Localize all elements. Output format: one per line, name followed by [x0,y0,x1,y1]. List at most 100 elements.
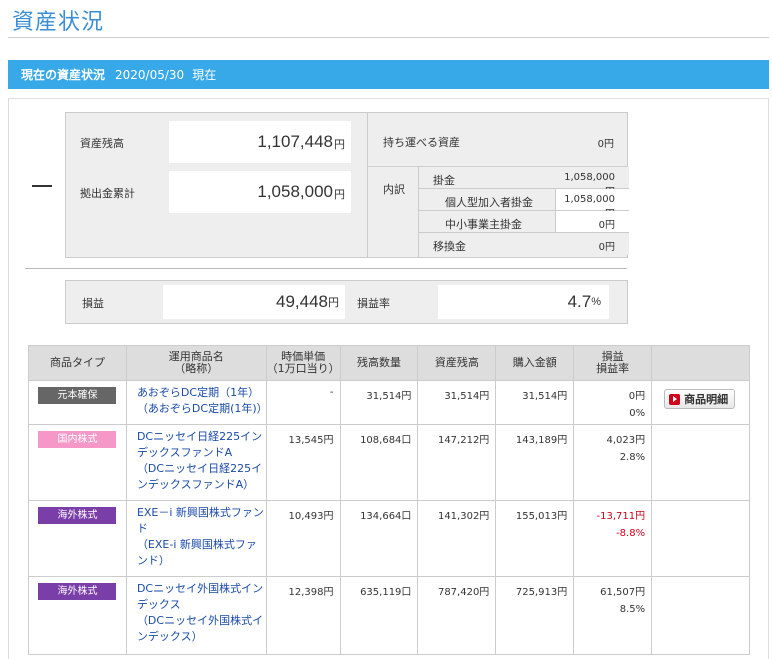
product-type-cell: 元本確保 [28,380,127,425]
status-banner: 現在の資産状況 2020/05/30 現在 [8,60,769,89]
profit-loss-rate: 2.8% [619,452,646,463]
breakdown-row: 掛金 1,058,000円 [419,167,629,198]
profit-number: 49,448 [276,292,328,311]
breakdown-row-value: 0円 [555,233,629,254]
asset-balance-value: 1,107,448 円 [169,121,351,163]
profit-loss-cell: 61,507円 8.5% [573,576,653,655]
balance-cell: 147,212円 [417,424,497,501]
contribution-label: 拠出金累計 [80,187,135,200]
profit-loss-amount: 0円 [628,391,646,402]
fund-name-link[interactable]: あおぞらDC定期（1年） （あおぞらDC定期(1年)） [125,380,268,425]
portable-assets-label: 持ち運べる資産 [383,136,460,149]
table-header-row: 商品タイプ 運用商品名 （略称） 時価単価 （1万口当り） 残高数量 資産残高 … [28,345,750,381]
table-row: 海外株式 DCニッセイ外国株式インデックス （DCニッセイ外国株式インデックス） 1… [28,576,750,655]
holdings-table: 商品タイプ 運用商品名 （略称） 時価単価 （1万口当り） 残高数量 資産残高 … [28,345,750,655]
breakdown-row-value: 0円 [555,211,629,232]
action-cell [651,576,750,655]
quantity-cell: 108,684口 [339,424,419,501]
action-cell: 商品明細 [651,380,750,425]
breakdown-row: 移換金 0円 [419,233,629,255]
banner-suffix: 現在 [192,68,217,82]
table-row: 元本確保 あおぞらDC定期（1年） （あおぞらDC定期(1年)） -31,514円 3… [28,380,750,425]
profit-loss-amount: -13,711円 [596,511,646,522]
holdings-body: 元本確保 あおぞらDC定期（1年） （あおぞらDC定期(1年)） -31,514円 3… [28,380,750,655]
contribution-number: 1,058,000 [257,182,333,201]
banner-date: 2020/05/30 [115,67,185,82]
asset-summary: 資産残高 1,107,448 円 拠出金累計 1,058,000 円 持ち運べる資産… [65,112,629,258]
profit-label: 損益 [82,297,104,310]
breakdown-row-label: 中小事業主掛金 [445,218,522,231]
breakdown-row-value: 1,058,000円 [555,189,629,220]
profit-rate-unit: % [591,296,601,308]
action-cell [651,500,750,577]
fund-name-link[interactable]: DCニッセイ外国株式インデックス （DCニッセイ外国株式インデックス） [125,576,267,655]
product-type-badge: 国内株式 [38,431,117,448]
collapse-toggle-icon[interactable] [32,185,52,187]
purchase-amount-cell: 725,913円 [495,576,575,655]
product-detail-label: 商品明細 [684,393,729,406]
quantity-cell: 635,119口 [339,576,419,655]
profit-unit: 円 [328,297,339,309]
profit-loss-rate: -8.8% [616,528,646,539]
fund-name-link[interactable]: DCニッセイ日経225インデックスファンドA （DCニッセイ日経225インデック… [125,424,267,501]
title-divider [8,37,769,38]
fund-name-link[interactable]: EXE－i 新興国株式ファンド （EXE-i 新興国株式ファンド） [125,500,267,577]
unit-price-cell: 10,493円 [265,500,341,577]
balance-cell: 787,420円 [417,576,497,655]
profit-rate-number: 4.7 [567,292,592,311]
breakdown-row: 個人型加入者掛金 1,058,000円 [419,189,629,220]
product-type-cell: 国内株式 [28,424,127,501]
breakdown-row: 中小事業主掛金 0円 [419,211,629,233]
action-cell [651,424,750,501]
product-type-cell: 海外株式 [28,576,127,655]
quantity-cell: 31,514円 [339,380,419,425]
profit-loss-summary: 損益 49,448 円 損益率 4.7% [65,280,628,324]
product-type-cell: 海外株式 [28,500,127,577]
banner-title: 現在の資産状況 [21,68,106,82]
breakdown-row-label: 掛金 [433,174,455,187]
product-detail-button[interactable]: 商品明細 [664,389,736,409]
profit-loss-rate: 8.5% [619,604,646,615]
profit-loss-amount: 4,023円 [606,435,646,446]
purchase-amount-cell: 31,514円 [495,380,575,425]
unit-price-cell: 12,398円 [265,576,341,655]
portable-assets: 持ち運べる資産 0円 [368,113,628,167]
breakdown-row-value: 1,058,000円 [555,167,629,198]
balance-cell: 141,302円 [417,500,497,577]
column-header: 資産残高 [417,345,497,381]
product-type-badge: 海外株式 [38,583,117,600]
column-header: 商品タイプ [28,345,127,381]
play-icon [669,393,681,405]
profit-loss-rate: 0% [629,408,646,419]
table-row: 国内株式 DCニッセイ日経225インデックスファンドA （DCニッセイ日経225イ… [28,424,750,501]
product-type-badge: 海外株式 [38,507,117,524]
purchase-amount-cell: 155,013円 [495,500,575,577]
column-header: 損益 損益率 [573,345,653,381]
profit-value: 49,448 円 [163,285,345,319]
breakdown-row-label: 個人型加入者掛金 [445,196,533,209]
unit-price-cell: 13,545円 [265,424,341,501]
page-title: 資産状況 [12,10,105,35]
breakdown-row-label: 移換金 [433,240,466,253]
column-header: 時価単価 （1万口当り） [265,345,341,381]
column-header [651,345,750,381]
quantity-cell: 134,664口 [339,500,419,577]
table-row: 海外株式 EXE－i 新興国株式ファンド （EXE-i 新興国株式ファンド） 10,… [28,500,750,577]
profit-rate-value: 4.7% [438,285,609,319]
unit-price-cell: - [265,380,341,425]
breakdown-label: 内訳 [383,183,405,196]
summary-breakdown: 持ち運べる資産 0円 内訳 掛金 1,058,000円 個人型加入者掛金 1,0… [367,113,629,257]
contribution-unit: 円 [334,188,345,201]
breakdown-table: 掛金 1,058,000円 個人型加入者掛金 1,058,000円 中小事業主掛… [418,167,629,257]
column-header: 運用商品名 （略称） [125,345,267,381]
product-type-badge: 元本確保 [38,387,117,404]
profit-loss-amount: 61,507円 [600,587,646,598]
portable-assets-value: 0円 [597,139,614,150]
contribution-value: 1,058,000 円 [169,171,351,213]
asset-balance-unit: 円 [334,138,345,151]
profit-loss-cell: -13,711円 -8.8% [573,500,653,577]
column-header: 残高数量 [339,345,419,381]
summary-values: 資産残高 1,107,448 円 拠出金累計 1,058,000 円 [66,113,367,257]
section-divider [25,268,627,269]
column-header: 購入金額 [495,345,575,381]
